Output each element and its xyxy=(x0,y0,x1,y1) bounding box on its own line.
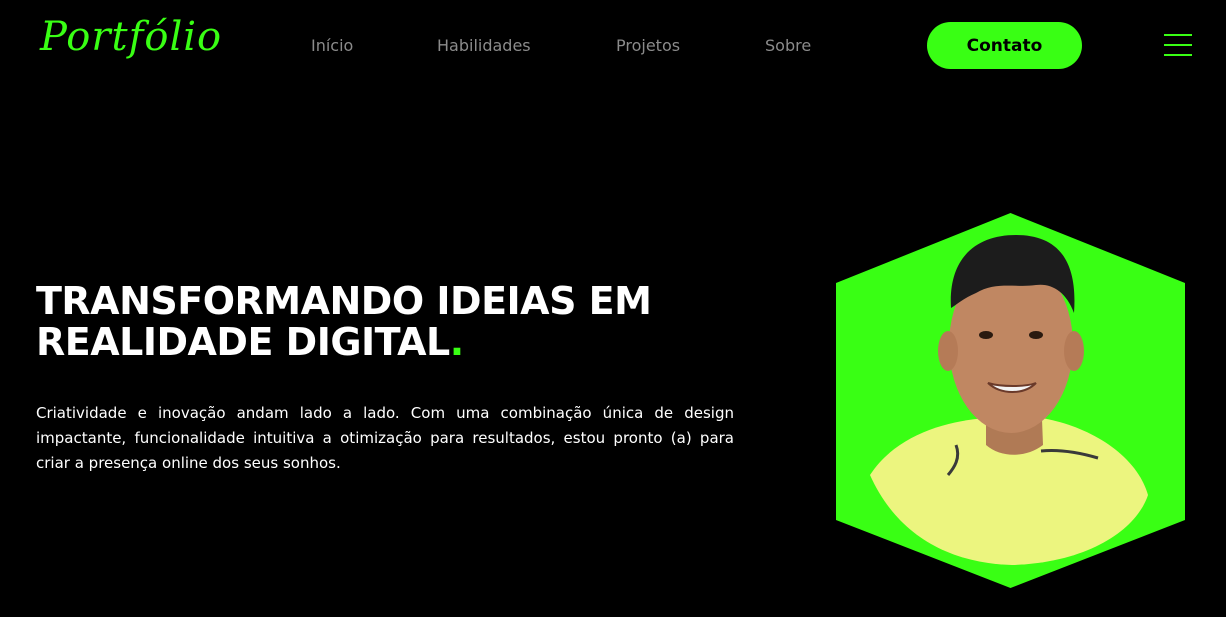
menu-line xyxy=(1164,44,1192,46)
hero-title-line-2-text: REALIDADE DIGITAL xyxy=(36,320,450,364)
menu-line xyxy=(1164,34,1192,36)
hero-title-line-1: TRANSFORMANDO IDEIAS EM xyxy=(36,279,652,323)
nav-link-inicio[interactable]: Início xyxy=(311,34,353,58)
nav-link-sobre[interactable]: Sobre xyxy=(765,34,811,58)
hero-title: TRANSFORMANDO IDEIAS EM REALIDADE DIGITA… xyxy=(36,281,756,363)
portrait-hexagon-image xyxy=(836,213,1185,588)
hamburger-menu-icon[interactable] xyxy=(1164,33,1192,57)
main-nav: Início Habilidades Projetos Sobre xyxy=(0,34,900,58)
nav-link-projetos[interactable]: Projetos xyxy=(616,34,680,58)
contact-button[interactable]: Contato xyxy=(927,22,1082,69)
hero-description: Criatividade e inovação andam lado a lad… xyxy=(36,404,734,472)
hero-title-line-2: REALIDADE DIGITAL. xyxy=(36,322,756,363)
menu-line xyxy=(1164,54,1192,56)
nav-link-habilidades[interactable]: Habilidades xyxy=(437,34,531,58)
profile-portrait xyxy=(836,213,1185,588)
accent-dot: . xyxy=(449,320,464,364)
